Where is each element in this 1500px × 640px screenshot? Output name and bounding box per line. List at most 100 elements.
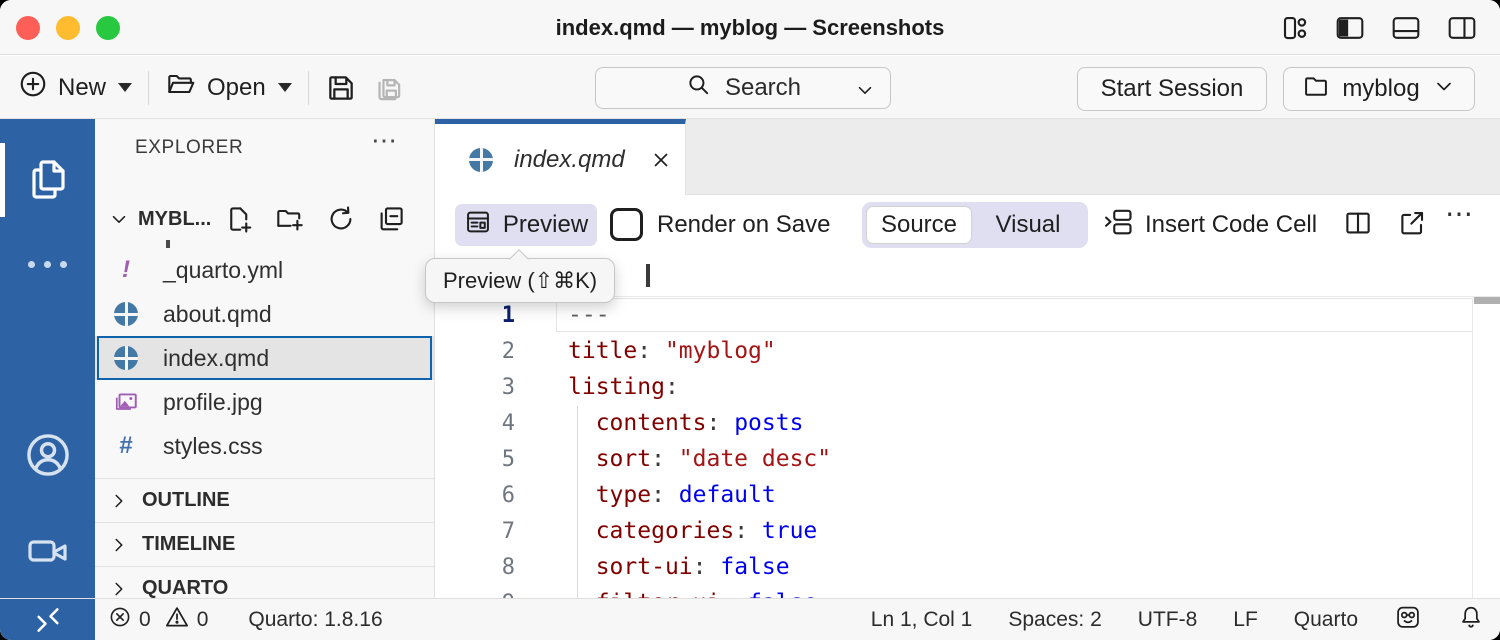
code-editor[interactable]: 1---2title: "myblog"3listing:4 contents:… bbox=[435, 297, 1500, 598]
file-row-_quarto.yml[interactable]: !_quarto.yml bbox=[95, 248, 434, 292]
workspace-switcher-button[interactable]: myblog bbox=[1283, 67, 1475, 111]
split-editor-icon[interactable] bbox=[1343, 208, 1373, 238]
code-text: sort: "date desc" bbox=[515, 446, 831, 472]
preview-tooltip: Preview (⇧⌘K) bbox=[425, 258, 615, 303]
explorer-title: EXPLORER bbox=[135, 137, 243, 159]
eol-status[interactable]: LF bbox=[1233, 608, 1258, 632]
code-line-9[interactable]: 9 filter-ui: false bbox=[435, 585, 1500, 598]
editor-more-actions-icon[interactable]: ⋯ bbox=[1445, 197, 1476, 230]
scrollbar-thumb[interactable] bbox=[1474, 297, 1500, 304]
file-row-profile.jpg[interactable]: profile.jpg bbox=[95, 380, 434, 424]
tab-bar: index.qmd bbox=[435, 119, 1500, 195]
close-tab-icon[interactable] bbox=[649, 148, 673, 172]
cursor-position-status[interactable]: Ln 1, Col 1 bbox=[871, 608, 973, 632]
open-button[interactable]: Open bbox=[165, 69, 292, 106]
camera-icon[interactable] bbox=[0, 527, 95, 575]
code-text: categories: true bbox=[515, 518, 817, 544]
quarto-version-status[interactable]: Quarto: 1.8.16 bbox=[248, 608, 382, 632]
encoding-status[interactable]: UTF-8 bbox=[1138, 608, 1198, 632]
breadcrumb-fragment bbox=[646, 264, 650, 287]
render-on-save-checkbox[interactable] bbox=[610, 208, 643, 241]
search-input[interactable]: Search bbox=[595, 67, 891, 109]
customize-layout-icon[interactable] bbox=[1280, 13, 1310, 43]
activity-bar bbox=[0, 119, 95, 598]
language-mode-status[interactable]: Quarto bbox=[1294, 608, 1358, 632]
insert-code-cell-label: Insert Code Cell bbox=[1145, 211, 1317, 239]
css-hash-icon: # bbox=[112, 432, 140, 460]
open-in-new-window-icon[interactable] bbox=[1397, 208, 1427, 238]
source-mode-button[interactable]: Source bbox=[866, 206, 972, 244]
insert-code-cell-icon bbox=[1103, 207, 1133, 244]
notifications-bell-icon[interactable] bbox=[1458, 604, 1484, 636]
chevron-right-icon bbox=[108, 490, 130, 512]
explorer-header: EXPLORER ⋯ bbox=[95, 119, 434, 181]
file-row-about.qmd[interactable]: about.qmd bbox=[95, 292, 434, 336]
warnings-icon bbox=[164, 604, 190, 636]
file-row-styles.css[interactable]: #styles.css bbox=[95, 424, 434, 468]
code-text: title: "myblog" bbox=[515, 338, 776, 364]
code-text: filter-ui: false bbox=[515, 590, 817, 598]
dropdown-caret-icon bbox=[118, 83, 132, 92]
section-label: OUTLINE bbox=[142, 489, 230, 512]
line-number: 1 bbox=[435, 303, 515, 328]
open-label: Open bbox=[207, 74, 266, 102]
yaml-exclamation-icon: ! bbox=[112, 256, 140, 284]
collapse-folders-icon[interactable] bbox=[376, 204, 406, 239]
save-button[interactable] bbox=[325, 72, 357, 104]
dropdown-caret-icon bbox=[278, 83, 292, 92]
refresh-icon[interactable] bbox=[326, 204, 356, 239]
titlebar: index.qmd — myblog — Screenshots bbox=[0, 0, 1500, 55]
search-icon bbox=[685, 71, 713, 106]
quarto-globe-icon bbox=[112, 346, 140, 370]
tab-label: index.qmd bbox=[514, 146, 625, 174]
code-text: sort-ui: false bbox=[515, 554, 790, 580]
new-button[interactable]: New bbox=[18, 69, 132, 106]
code-line-4[interactable]: 4 contents: posts bbox=[435, 405, 1500, 441]
source-visual-toggle: Source Visual bbox=[862, 202, 1088, 248]
problems-status[interactable]: 0 0 bbox=[108, 604, 208, 636]
code-text: listing: bbox=[515, 374, 679, 400]
warnings-count: 0 bbox=[197, 608, 209, 632]
explorer-view-icon[interactable] bbox=[0, 155, 95, 203]
code-line-2[interactable]: 2title: "myblog" bbox=[435, 333, 1500, 369]
file-list: !_quarto.ymlabout.qmdindex.qmdprofile.jp… bbox=[95, 248, 434, 468]
toggle-primary-sidebar-icon[interactable] bbox=[1334, 13, 1366, 43]
render-on-save-label: Render on Save bbox=[657, 211, 830, 239]
save-all-button[interactable] bbox=[373, 71, 407, 105]
chevron-down-icon bbox=[854, 79, 876, 108]
start-session-button[interactable]: Start Session bbox=[1077, 67, 1267, 111]
visual-mode-button[interactable]: Visual bbox=[972, 211, 1084, 239]
image-icon bbox=[112, 389, 140, 415]
preview-button[interactable]: Preview bbox=[455, 204, 597, 246]
code-line-3[interactable]: 3listing: bbox=[435, 369, 1500, 405]
code-line-5[interactable]: 5 sort: "date desc" bbox=[435, 441, 1500, 477]
new-folder-icon[interactable] bbox=[274, 204, 306, 239]
explorer-more-actions-icon[interactable]: ⋯ bbox=[371, 125, 400, 156]
toolbar-divider bbox=[308, 71, 309, 105]
sidebar-section-outline[interactable]: OUTLINE bbox=[95, 478, 434, 522]
workspace-root-row[interactable]: MYBL... bbox=[95, 197, 434, 241]
start-session-label: Start Session bbox=[1101, 75, 1244, 103]
chevron-down-icon bbox=[108, 208, 130, 230]
code-line-6[interactable]: 6 type: default bbox=[435, 477, 1500, 513]
more-views-icon[interactable] bbox=[0, 261, 95, 268]
scrollbar-track[interactable] bbox=[1472, 297, 1473, 598]
insert-code-cell-button[interactable]: Insert Code Cell bbox=[1103, 204, 1317, 246]
search-placeholder: Search bbox=[725, 74, 801, 102]
feedback-smiley-icon[interactable] bbox=[1394, 603, 1422, 637]
line-number: 7 bbox=[435, 519, 515, 544]
file-row-index.qmd[interactable]: index.qmd bbox=[95, 336, 434, 380]
account-icon[interactable] bbox=[0, 429, 95, 481]
toggle-secondary-sidebar-icon[interactable] bbox=[1446, 13, 1478, 43]
tab-index-qmd[interactable]: index.qmd bbox=[435, 119, 686, 195]
toggle-bottom-panel-icon[interactable] bbox=[1390, 13, 1422, 43]
code-line-7[interactable]: 7 categories: true bbox=[435, 513, 1500, 549]
main-toolbar: New Open Search Start Session bbox=[0, 56, 1500, 119]
sidebar-section-timeline[interactable]: TIMELINE bbox=[95, 522, 434, 566]
editor-toolbar: Preview Render on Save Source Visual Ins… bbox=[435, 195, 1500, 255]
workspace-label: myblog bbox=[1342, 75, 1419, 103]
indentation-status[interactable]: Spaces: 2 bbox=[1008, 608, 1101, 632]
new-file-icon[interactable] bbox=[224, 204, 254, 239]
remote-indicator[interactable] bbox=[0, 599, 95, 640]
code-line-8[interactable]: 8 sort-ui: false bbox=[435, 549, 1500, 585]
